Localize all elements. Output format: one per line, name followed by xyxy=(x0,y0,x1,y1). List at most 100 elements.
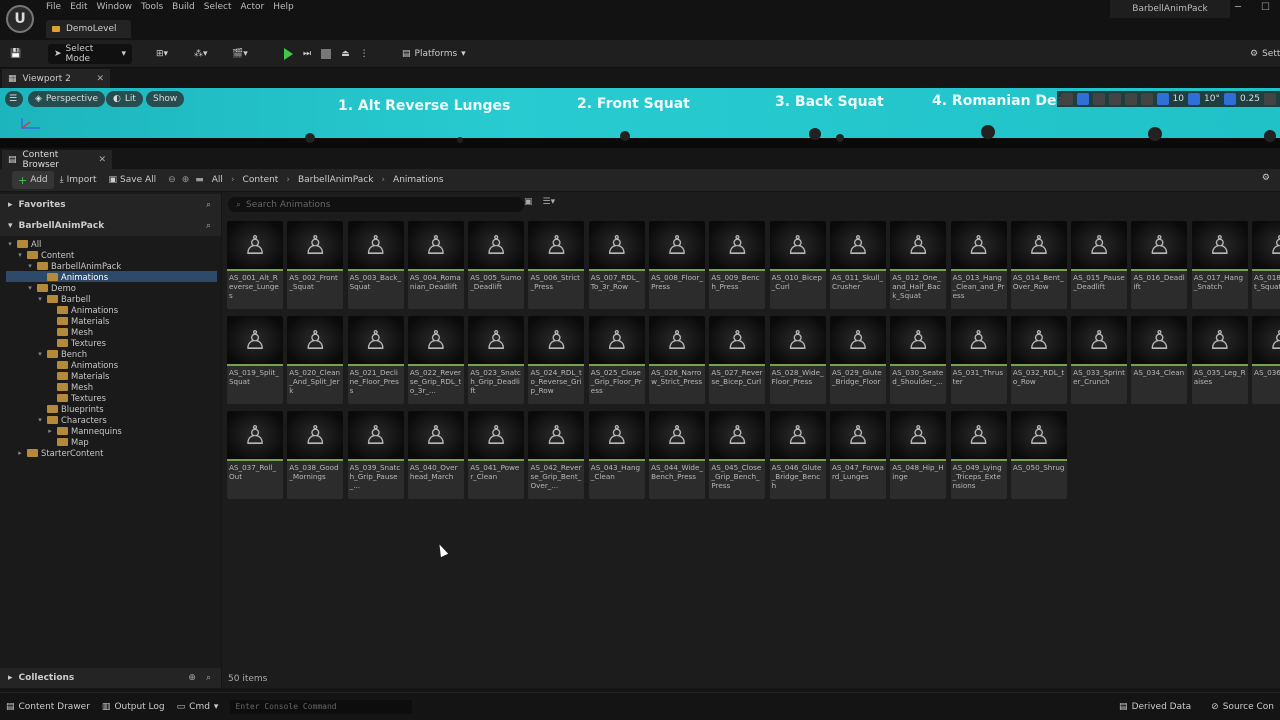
breadcrumb-animations[interactable]: Animations xyxy=(393,175,444,185)
animation-asset-tile[interactable]: ♙ AS_042_Reverse_Grip_Bent_Over_... xyxy=(528,411,585,499)
maximize-icon[interactable]: ☐ xyxy=(1261,2,1270,13)
chevron-down-icon[interactable]: ▾ xyxy=(36,416,44,424)
cinematics-icon[interactable]: 🎬▾ xyxy=(232,44,248,64)
menu-build[interactable]: Build xyxy=(172,2,204,12)
settings-button[interactable]: ⚙ Setti xyxy=(1250,44,1280,64)
animation-asset-tile[interactable]: ♙ AS_047_Forward_Lunges xyxy=(829,411,886,499)
tree-folder-item[interactable]: Animations xyxy=(6,304,217,315)
animation-asset-tile[interactable]: ♙ AS_046_Glute_Bridge_Bench xyxy=(769,411,826,499)
breadcrumb-separator-icon[interactable]: › xyxy=(381,175,385,185)
add-button[interactable]: + Add xyxy=(12,171,54,189)
animation-asset-tile[interactable]: ♙ AS_022_Reverse_Grip_RDL_to_3r_... xyxy=(407,316,464,404)
tree-folder-item[interactable]: Map xyxy=(6,436,217,447)
favorites-header[interactable]: ▸ Favorites ⌕ xyxy=(0,194,221,215)
menu-window[interactable]: Window xyxy=(97,2,142,12)
root-folder-header[interactable]: ▾ BarbellAnimPack ⌕ xyxy=(0,215,221,236)
tree-folder-item[interactable]: Textures xyxy=(6,337,217,348)
animation-asset-tile[interactable]: ♙ AS_021_Decline_Floor_Press xyxy=(347,316,404,404)
search-icon[interactable]: ⌕ xyxy=(206,221,211,231)
tree-folder-item[interactable]: ▸ Mannequins xyxy=(6,425,217,436)
animation-asset-tile[interactable]: ♙ AS_005_Sumo_Deadlift xyxy=(468,221,525,309)
chevron-right-icon[interactable]: ▸ xyxy=(16,449,24,457)
add-collection-icon[interactable]: ⊕ xyxy=(188,673,196,683)
animation-asset-tile[interactable]: ♙ AS_048_Hip_Hinge xyxy=(890,411,947,499)
scale-snap-value[interactable]: 0.25 xyxy=(1240,94,1260,104)
animation-asset-tile[interactable]: ♙ AS_027_Reverse_Bicep_Curl xyxy=(709,316,766,404)
tree-folder-item[interactable]: Mesh xyxy=(6,326,217,337)
animation-asset-tile[interactable]: ♙ AS_020_Clean_And_Split_Jerk xyxy=(287,316,344,404)
step-icon[interactable]: ⏭ xyxy=(303,49,311,59)
folder-icon[interactable]: ▬ xyxy=(195,175,204,185)
animation-asset-tile[interactable]: ♙ AS_028_Wide_Floor_Press xyxy=(769,316,826,404)
play-options-icon[interactable]: ⋮ xyxy=(360,49,369,59)
tree-folder-item[interactable]: Materials xyxy=(6,315,217,326)
rotation-snap-icon[interactable] xyxy=(1188,93,1200,105)
show-button[interactable]: Show xyxy=(146,91,185,107)
animation-asset-tile[interactable]: ♙ AS_023_Snatch_Grip_Deadlift xyxy=(468,316,525,404)
breadcrumb-separator-icon[interactable]: › xyxy=(286,175,290,185)
rotate-tool-icon[interactable] xyxy=(1092,93,1105,105)
animation-asset-tile[interactable]: ♙ AS_002_Front_Squat xyxy=(287,221,344,309)
animation-asset-tile[interactable]: ♙ AS_004_Romanian_Deadlift xyxy=(407,221,464,309)
animation-asset-tile[interactable]: ♙ AS_001_Alt_Reverse_Lunges xyxy=(227,221,283,309)
lit-button[interactable]: ◐ Lit xyxy=(106,91,143,107)
animation-asset-tile[interactable]: ♙ AS_050_Shrug xyxy=(1010,411,1067,499)
breadcrumb-content[interactable]: Content xyxy=(243,175,279,185)
animation-asset-tile[interactable]: ♙ AS_045_Close_Grip_Bench_Press xyxy=(709,411,766,499)
surface-snap-icon[interactable] xyxy=(1140,93,1153,105)
eject-icon[interactable]: ⏏ xyxy=(341,49,350,59)
scale-snap-icon[interactable] xyxy=(1223,93,1236,105)
cmd-dropdown[interactable]: ▭ Cmd ▾ xyxy=(171,696,225,718)
content-drawer-button[interactable]: ▤ Content Drawer xyxy=(0,696,96,718)
chevron-down-icon[interactable]: ▾ xyxy=(36,350,44,358)
animation-asset-tile[interactable]: ♙ AS_049_Lying_Triceps_Extensions xyxy=(950,411,1007,499)
tree-folder-item[interactable]: ▾ Content xyxy=(6,249,217,260)
animation-asset-tile[interactable]: ♙ AS_041_Power_Clean xyxy=(468,411,525,499)
animation-asset-tile[interactable]: ♙ AS_012_One_and_Half_Back_Squat xyxy=(890,221,947,309)
animation-asset-tile[interactable]: ♙ AS_014_Bent_Over_Row xyxy=(1010,221,1067,309)
viewport[interactable]: ☰ ◈ Perspective ◐ Lit Show 1. Alt Revers… xyxy=(0,88,1280,148)
chevron-right-icon[interactable]: ▸ xyxy=(46,427,54,435)
search-icon[interactable]: ⌕ xyxy=(206,200,211,210)
animation-asset-tile[interactable]: ♙ AS_036_Squat xyxy=(1252,316,1280,404)
breadcrumb-barbellanimpack[interactable]: BarbellAnimPack xyxy=(298,175,373,185)
back-arrow-icon[interactable]: ⊖ xyxy=(168,175,176,185)
tree-folder-item[interactable]: ▾ Demo xyxy=(6,282,217,293)
animation-asset-tile[interactable]: ♙ AS_039_Snatch_Grip_Pause_... xyxy=(347,411,404,499)
output-log-button[interactable]: ▥ Output Log xyxy=(96,696,171,718)
chevron-down-icon[interactable]: ▾ xyxy=(26,284,34,292)
animation-asset-tile[interactable]: ♙ AS_007_RDL_To_3r_Row xyxy=(588,221,645,309)
save-all-button[interactable]: ▣ Save All xyxy=(103,171,163,189)
tree-folder-item[interactable]: ▾ BarbellAnimPack xyxy=(6,260,217,271)
level-tab[interactable]: DemoLevel xyxy=(46,20,131,38)
animation-asset-tile[interactable]: ♙ AS_019_Split_Squat xyxy=(227,316,283,404)
menu-select[interactable]: Select xyxy=(204,2,241,12)
animation-asset-tile[interactable]: ♙ AS_026_Narrow_Strict_Press xyxy=(649,316,706,404)
select-tool-icon[interactable] xyxy=(1060,93,1073,105)
import-button[interactable]: ⤓ Import xyxy=(54,171,103,189)
maximize-viewport-icon[interactable] xyxy=(1264,93,1276,105)
source-control-button[interactable]: ⊘ Source Con xyxy=(1205,696,1280,718)
menu-tools[interactable]: Tools xyxy=(141,2,172,12)
close-icon[interactable]: ✕ xyxy=(96,74,104,84)
animation-asset-tile[interactable]: ♙ AS_015_Pause_Deadlift xyxy=(1071,221,1128,309)
tree-folder-item[interactable]: Textures xyxy=(6,392,217,403)
select-mode-dropdown[interactable]: ➤ Select Mode ▾ xyxy=(48,44,132,64)
chevron-down-icon[interactable]: ▾ xyxy=(36,295,44,303)
save-icon[interactable]: 💾 xyxy=(10,44,21,64)
animation-asset-tile[interactable]: ♙ AS_011_Skull_Crusher xyxy=(829,221,886,309)
hamburger-menu-icon[interactable]: ☰ xyxy=(5,91,23,107)
scale-tool-icon[interactable] xyxy=(1108,93,1121,105)
chevron-down-icon[interactable]: ▾ xyxy=(6,240,14,248)
chevron-down-icon[interactable]: ▾ xyxy=(16,251,24,259)
play-icon[interactable] xyxy=(284,48,293,60)
gear-icon[interactable]: ⚙ xyxy=(1262,173,1270,183)
tree-folder-item[interactable]: ▾ Bench xyxy=(6,348,217,359)
chevron-down-icon[interactable]: ▾ xyxy=(26,262,34,270)
search-icon[interactable]: ⌕ xyxy=(206,673,211,683)
rotation-snap-value[interactable]: 10° xyxy=(1204,94,1220,104)
animation-asset-tile[interactable]: ♙ AS_016_Deadlift xyxy=(1131,221,1188,309)
animation-asset-tile[interactable]: ♙ AS_037_Roll_Out xyxy=(227,411,283,499)
tree-folder-item[interactable]: Animations xyxy=(6,359,217,370)
animation-asset-tile[interactable]: ♙ AS_008_Floor_Press xyxy=(649,221,706,309)
